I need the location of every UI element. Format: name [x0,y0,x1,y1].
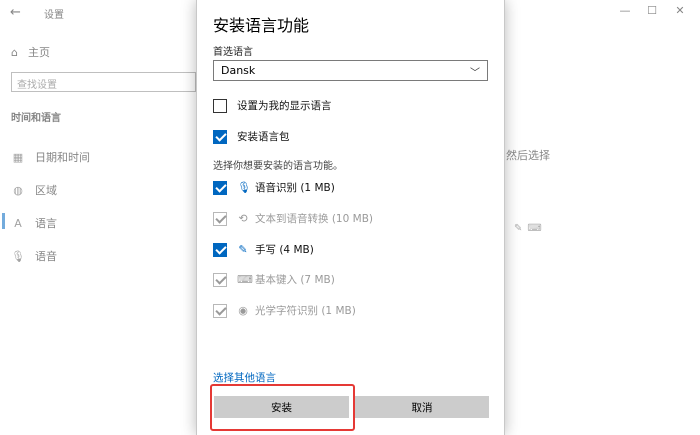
selected-language: Dansk [221,64,256,77]
checkbox-label: 安装语言包 [237,131,290,143]
install-language-pack-option[interactable]: 安装语言包 [213,129,290,144]
feature-label: 文本到语音转换 (10 MB) [255,213,373,225]
feature-label: 手写 (4 MB) [255,244,314,256]
checkbox-label: 设置为我的显示语言 [237,100,332,112]
set-display-language-option[interactable]: 设置为我的显示语言 [213,98,332,113]
preferred-language-select[interactable]: Dansk ﹀ [213,60,488,81]
basic-typing-checkbox [213,272,227,287]
feature-basic-typing: ⌨ 基本键入 (7 MB) [213,272,335,287]
preferred-language-label: 首选语言 [213,47,253,58]
feature-text-to-speech: ⟲ 文本到语音转换 (10 MB) [213,211,373,226]
choose-features-label: 选择你想要安装的语言功能。 [213,161,343,172]
text-to-speech-checkbox [213,211,227,226]
text-to-speech-icon: ⟲ [238,212,248,225]
feature-speech-recognition[interactable]: 🎙 语音识别 (1 MB) [213,180,335,195]
microphone-icon: 🎙 [237,181,251,194]
feature-label: 光学字符识别 (1 MB) [255,305,356,317]
dialog-title: 安装语言功能 [213,16,310,35]
speech-recognition-checkbox[interactable] [213,180,227,195]
handwriting-icon: ✎ [238,243,248,256]
feature-label: 基本键入 (7 MB) [255,274,335,286]
feature-label: 语音识别 (1 MB) [255,182,335,194]
cancel-button[interactable]: 取消 [355,396,489,418]
install-highlight-box [210,384,355,431]
feature-handwriting[interactable]: ✎ 手写 (4 MB) [213,242,314,257]
ocr-icon: ◉ [238,304,248,317]
feature-ocr: ◉ 光学字符识别 (1 MB) [213,303,356,318]
install-language-features-dialog: 安装语言功能 首选语言 Dansk ﹀ 设置为我的显示语言 安装语言包 选择你想… [196,0,505,435]
install-language-pack-checkbox[interactable] [213,129,227,144]
keyboard-icon: ⌨ [237,273,253,286]
set-display-language-checkbox[interactable] [213,98,227,113]
handwriting-checkbox[interactable] [213,242,227,257]
ocr-checkbox [213,303,227,318]
choose-other-language-link[interactable]: 选择其他语言 [213,370,276,385]
chevron-down-icon: ﹀ [470,68,480,79]
